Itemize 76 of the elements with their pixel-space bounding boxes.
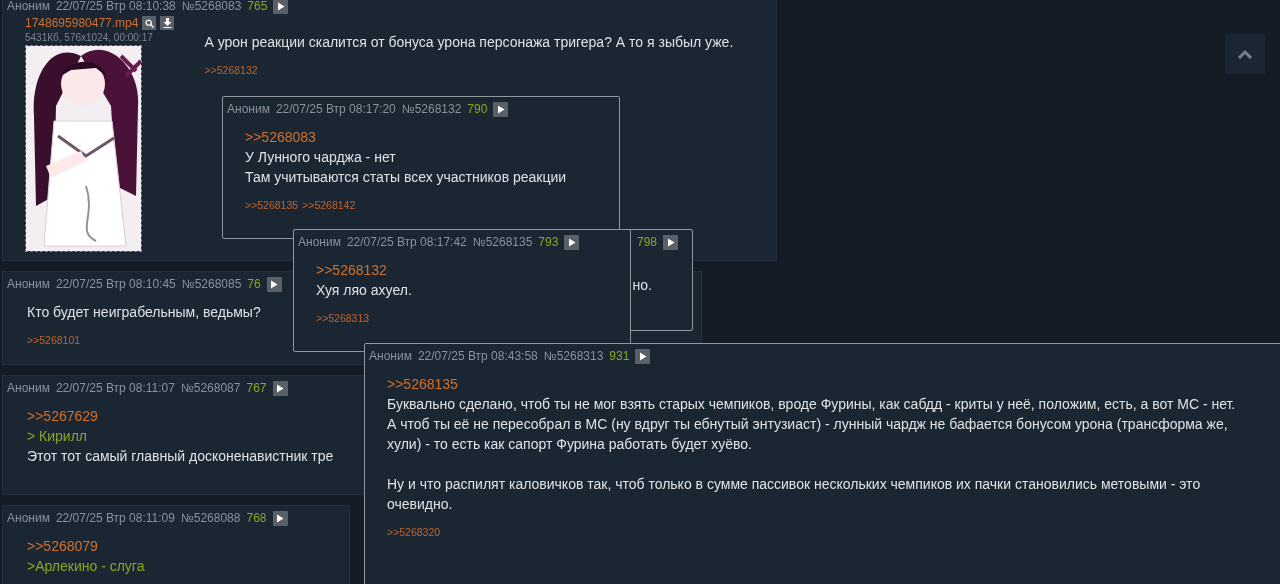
play-icon: [496, 104, 505, 114]
reply-link[interactable]: >>5268083: [245, 127, 316, 147]
play-icon: [567, 237, 576, 247]
play-button[interactable]: [266, 276, 282, 292]
post-text: А чтоб ты её не пересобрал в МС (ну вдруг ты ебнутый энтузиаст) - лунный чардж не бафается бонусом урона (трансформа же, хули) - то есть как сапорт Фурина работать будет хуёво.: [387, 415, 1229, 454]
file-info: 5431Кб, 576x1024, 00:00:17: [25, 32, 154, 43]
backlink[interactable]: >>5268142: [302, 199, 356, 211]
post-number[interactable]: №5268085: [181, 277, 242, 291]
post-score: 790: [467, 102, 488, 116]
play-button[interactable]: [564, 234, 580, 250]
post-date: 22/07/25 Втр 08:10:38: [55, 0, 176, 13]
play-icon: [638, 351, 647, 361]
play-icon: [270, 279, 279, 289]
post-number[interactable]: №5268135: [472, 235, 533, 249]
play-button[interactable]: [635, 348, 651, 364]
post-text: Этот тот самый главный досконенавистник тре: [27, 447, 334, 466]
backlink[interactable]: >>5268320: [387, 526, 441, 538]
post-text: но.: [632, 276, 652, 295]
post-number[interactable]: №5268083: [181, 0, 242, 13]
post-author: Аноним: [7, 277, 50, 291]
post-text: У Лунного чарджа - нет: [245, 148, 396, 167]
play-icon: [666, 237, 675, 247]
download-icon: [162, 18, 172, 28]
play-button[interactable]: [663, 234, 678, 250]
chevron-up-icon: [1237, 49, 1253, 59]
post-text: Хуя ляо ахуел.: [316, 281, 412, 300]
search-icon: [144, 18, 154, 28]
play-button[interactable]: [273, 0, 289, 14]
post-text: Буквально сделано, чтоб ты не мог взять старых чемпиков, вроде Фурины, как сабдд - криты у неё, положим, есть, а вот МС - нет.: [387, 395, 1236, 414]
file-name-link[interactable]: 1748695980477.mp4: [25, 16, 139, 30]
post-text: Кто будет неиграбельным, ведьмы?: [27, 303, 261, 322]
reply-link[interactable]: >>5268079: [27, 536, 98, 556]
post-score: 798: [636, 235, 657, 249]
post-number[interactable]: №5268313: [543, 349, 604, 363]
reply-link[interactable]: >>5268135: [387, 374, 458, 394]
search-button[interactable]: [142, 16, 157, 30]
post-author: Аноним: [7, 0, 50, 13]
post-author: Аноним: [7, 381, 50, 395]
post-date: 22/07/25 Втр 08:43:58: [417, 349, 538, 363]
post-author: Аноним: [298, 235, 341, 249]
post-text: А урон реакции скалится от бонуса урона персонажа тригера? А то я зыбыл уже.: [204, 33, 734, 52]
post-date: 22/07/25 Втр 08:17:42: [346, 235, 467, 249]
post-date: 22/07/25 Втр 08:11:09: [55, 511, 175, 525]
post-date: 22/07/25 Втр 08:10:45: [55, 277, 176, 291]
backlink[interactable]: >>5268101: [27, 334, 81, 346]
post-score: 76: [247, 277, 261, 291]
post-number[interactable]: №5268132: [401, 102, 462, 116]
reply-link[interactable]: >>5267629: [27, 406, 98, 426]
play-icon: [276, 383, 284, 393]
post-score: 765: [247, 0, 268, 13]
post-number[interactable]: №5268088: [180, 511, 241, 525]
post-score: 768: [246, 511, 267, 525]
post-score: 931: [609, 349, 630, 363]
scroll-up-button[interactable]: [1225, 34, 1265, 74]
backlink[interactable]: >>5268313: [316, 312, 370, 324]
post-score: 767: [246, 381, 267, 395]
post-date: 22/07/25 Втр 08:17:20: [275, 102, 396, 116]
post-author: Аноним: [369, 349, 412, 363]
play-button[interactable]: [272, 380, 288, 396]
download-button[interactable]: [160, 16, 175, 30]
post-author: Аноним: [7, 511, 50, 525]
post-date: 22/07/25 Втр 08:11:07: [55, 381, 175, 395]
play-icon: [276, 513, 284, 523]
post-score: 793: [538, 235, 559, 249]
play-button[interactable]: [493, 101, 509, 117]
post-author: Аноним: [227, 102, 270, 116]
quote-text: > Кирилл: [27, 427, 87, 446]
post-number[interactable]: №5268087: [180, 381, 241, 395]
play-icon: [276, 1, 285, 11]
post-text: Там учитываются статы всех участников реакции: [245, 168, 567, 187]
reply-link[interactable]: >>5268132: [316, 260, 387, 280]
play-button[interactable]: [272, 510, 288, 526]
backlink[interactable]: >>5268132: [204, 64, 258, 76]
quote-text: >Арлекино - слуга: [27, 557, 145, 576]
backlink[interactable]: >>5268135: [245, 199, 299, 211]
post-text: Ну и что распилят каловичков так, чтоб только в сумме пассивок нескольких чемпиков их пачки становились метовыми - это очевидно.: [387, 475, 1202, 514]
